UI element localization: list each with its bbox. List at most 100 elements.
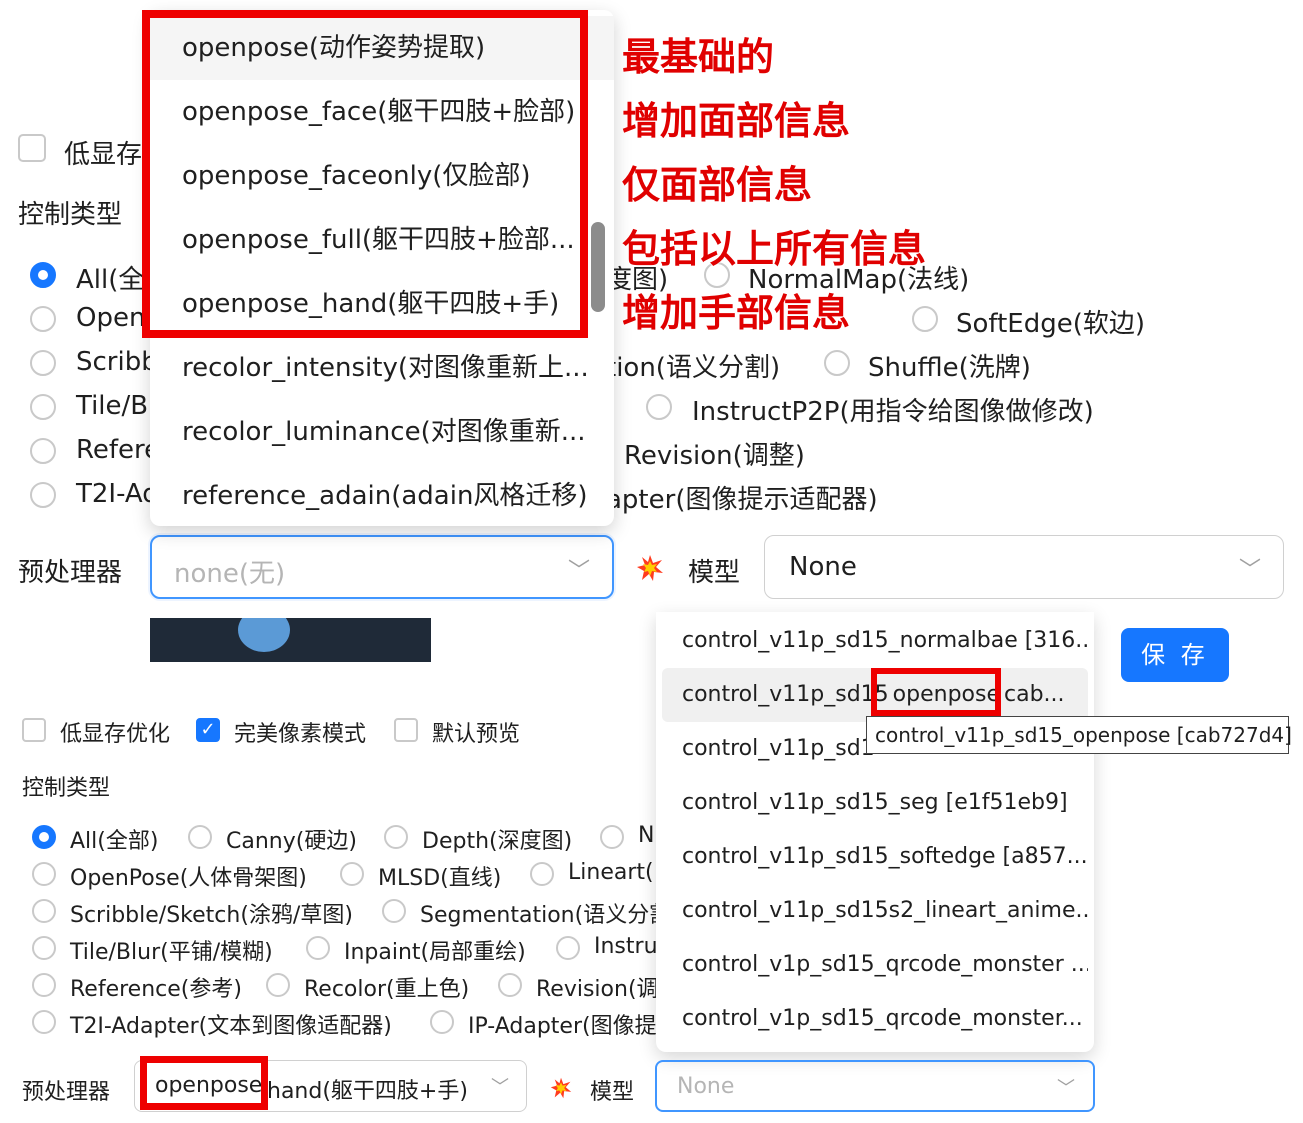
radio-depth[interactable]	[384, 825, 408, 849]
model-value: None	[677, 1074, 735, 1099]
radio-openpose[interactable]	[30, 306, 56, 332]
radio-lineart[interactable]	[530, 862, 554, 886]
radio-tile[interactable]	[32, 936, 56, 960]
radio-reference[interactable]	[32, 973, 56, 997]
dropdown-option[interactable]: control_v1p_sd15_qrcode_monster ...	[662, 938, 1088, 992]
low-vram-checkbox[interactable]	[22, 718, 46, 742]
dropdown-option[interactable]: control_v11p_sd15s2_lineart_anime...	[662, 884, 1088, 938]
radio-instructp2p-label: InstructP2P(用指令给图像做修改)	[692, 397, 1094, 427]
radio-ipadapter[interactable]	[430, 1010, 454, 1034]
highlight-box	[140, 1056, 268, 1110]
top-panel: 低显存 控制类型 All(全 Open Scribb Tile/Bl Refer…	[0, 0, 1303, 612]
radio-normalmap-label: N	[638, 823, 655, 848]
highlight-box	[871, 668, 1001, 716]
radio-instructp2p[interactable]	[556, 936, 580, 960]
explosion-icon[interactable]	[550, 1077, 572, 1099]
preprocessor-select[interactable]: none(无) ﹀	[150, 535, 614, 599]
radio-segmentation-label: Segmentation(语义分割	[420, 903, 672, 928]
dropdown-option[interactable]: control_v11p_sd15_normalbae [316...	[662, 614, 1088, 668]
radio-all-label: All(全部)	[70, 829, 159, 854]
option-suffix: cab...	[1004, 682, 1065, 707]
dropdown-option[interactable]: control_v1p_sd15_qrcode_monster...	[662, 992, 1088, 1046]
chevron-down-icon: ﹀	[1057, 1078, 1075, 1099]
control-type-label: 控制类型	[22, 776, 111, 801]
radio-revision-label: Revision(调	[536, 977, 659, 1002]
default-preview-checkbox[interactable]	[394, 718, 418, 742]
radio-inpaint-label: Inpaint(局部重绘)	[344, 940, 526, 965]
radio-openpose-label: Open	[76, 303, 146, 333]
radio-tile-label: Tile/Bl	[76, 391, 156, 421]
dropdown-scrollbar[interactable]	[591, 222, 605, 312]
radio-all[interactable]	[32, 825, 56, 849]
input-image-preview	[150, 618, 431, 662]
radio-openpose[interactable]	[32, 862, 56, 886]
chevron-down-icon: ﹀	[1239, 558, 1262, 583]
dropdown-option[interactable]: recolor_luminance(对图像重新...	[150, 400, 614, 464]
save-button[interactable]: 保 存	[1121, 628, 1229, 682]
highlight-box	[142, 10, 588, 338]
radio-all[interactable]	[30, 262, 56, 288]
chevron-down-icon: ﹀	[568, 559, 591, 584]
radio-scribble[interactable]	[32, 899, 56, 923]
radio-instructp2p[interactable]	[646, 394, 672, 420]
radio-normalmap[interactable]	[600, 825, 624, 849]
radio-lineart-label: Lineart(	[568, 860, 654, 885]
radio-all-label: All(全	[76, 265, 145, 295]
radio-reference-label: Refere	[76, 435, 161, 465]
tooltip: control_v11p_sd15_openpose [cab727d4]	[866, 716, 1292, 754]
radio-scribble[interactable]	[30, 350, 56, 376]
radio-shuffle-label: Shuffle(洗牌)	[868, 353, 1031, 383]
segmentation-label-fragment: tion(语义分割)	[606, 353, 781, 383]
radio-instructp2p-label: Instru	[594, 934, 658, 959]
radio-canny-label: Canny(硬边)	[226, 829, 357, 854]
dropdown-option[interactable]: reference_adain(adain风格迁移)	[150, 464, 614, 528]
radio-openpose-label: OpenPose(人体骨架图)	[70, 866, 307, 891]
annotation-text: 包括以上所有信息	[622, 227, 927, 271]
option-prefix: control_v11p_sd15	[682, 682, 889, 707]
radio-ipadapter-label: IP-Adapter(图像提	[468, 1014, 657, 1039]
control-type-label: 控制类型	[18, 200, 123, 230]
radio-recolor-label: Recolor(重上色)	[304, 977, 470, 1002]
radio-shuffle[interactable]	[824, 350, 850, 376]
annotation-text: 增加手部信息	[622, 291, 851, 335]
radio-revision[interactable]	[498, 973, 522, 997]
preprocessor-value: hand(躯干四肢+手)	[267, 1079, 468, 1104]
model-select[interactable]: None ﹀	[764, 535, 1284, 599]
low-vram-checkbox[interactable]	[18, 134, 46, 162]
radio-inpaint[interactable]	[306, 936, 330, 960]
radio-canny[interactable]	[188, 825, 212, 849]
radio-tile[interactable]	[30, 394, 56, 420]
radio-t2i[interactable]	[30, 482, 56, 508]
radio-mlsd[interactable]	[340, 862, 364, 886]
radio-mlsd-label: MLSD(直线)	[378, 866, 502, 891]
chevron-down-icon: ﹀	[491, 1077, 509, 1098]
pixel-perfect-checkbox[interactable]: ✓	[196, 718, 220, 742]
radio-segmentation[interactable]	[382, 899, 406, 923]
ipadapter-label-fragment: apter(图像提示适配器)	[606, 485, 878, 515]
radio-tile-label: Tile/Blur(平铺/模糊)	[70, 940, 273, 965]
model-label: 模型	[688, 558, 741, 588]
dropdown-option[interactable]: control_v11p_sd15_seg [e1f51eb9]	[662, 776, 1088, 830]
radio-scribble-label: Scribb	[76, 347, 158, 377]
explosion-icon[interactable]	[636, 554, 664, 582]
preprocessor-label: 预处理器	[22, 1080, 111, 1105]
default-preview-label: 默认预览	[432, 722, 521, 747]
model-value: None	[789, 552, 857, 582]
radio-t2i-label: T2I-Adapter(文本到图像适配器)	[70, 1014, 392, 1039]
annotation-text: 最基础的	[622, 35, 775, 79]
radio-t2i[interactable]	[32, 1010, 56, 1034]
annotation-text: 增加面部信息	[622, 99, 851, 143]
low-vram-label: 低显存	[64, 140, 143, 170]
annotation-text: 仅面部信息	[622, 163, 813, 207]
model-label: 模型	[590, 1080, 635, 1105]
radio-depth-label: Depth(深度图)	[422, 829, 573, 854]
preprocessor-value: none(无)	[174, 559, 286, 589]
radio-softedge[interactable]	[912, 306, 938, 332]
radio-scribble-label: Scribble/Sketch(涂鸦/草图)	[70, 903, 353, 928]
radio-reference-label: Reference(参考)	[70, 977, 242, 1002]
dropdown-option[interactable]: control_v11p_sd15_softedge [a857...	[662, 830, 1088, 884]
dropdown-option[interactable]: recolor_intensity(对图像重新上...	[150, 336, 614, 400]
radio-reference[interactable]	[30, 438, 56, 464]
radio-recolor[interactable]	[266, 973, 290, 997]
model-select[interactable]: None ﹀	[655, 1060, 1095, 1112]
